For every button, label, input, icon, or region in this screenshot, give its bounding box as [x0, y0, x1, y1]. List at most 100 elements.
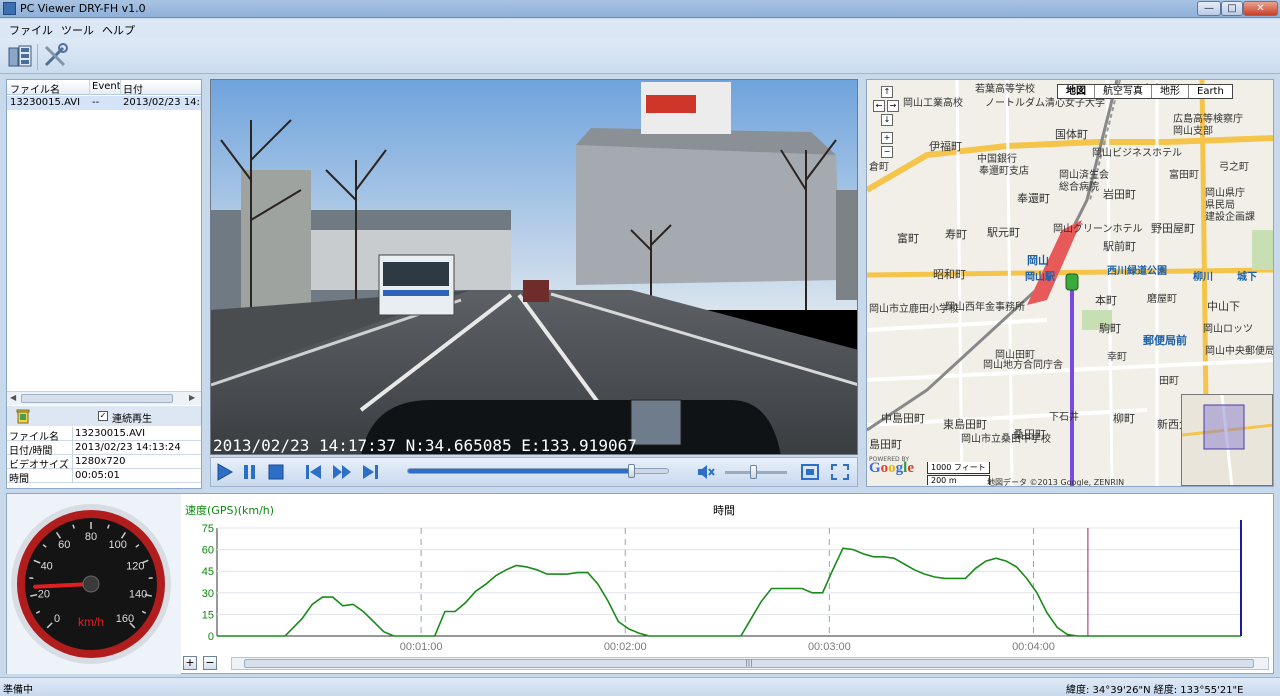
- trash-icon[interactable]: [15, 408, 31, 424]
- map-label: 中島田町: [881, 412, 925, 425]
- close-button[interactable]: ✕: [1243, 1, 1278, 16]
- seek-progress: [408, 469, 631, 473]
- stop-icon[interactable]: [265, 462, 287, 482]
- maximize-button[interactable]: □: [1221, 1, 1243, 16]
- file-event-cell: --: [92, 97, 100, 108]
- zoom-in-icon[interactable]: +: [881, 132, 893, 144]
- title-bar: PC Viewer DRY-FH v1.0 — □ ✕: [0, 0, 1280, 18]
- scroll-thumb[interactable]: [21, 394, 173, 403]
- map-label: 柳川: [1193, 272, 1213, 283]
- chart-x-tick-label: 00:03:00: [808, 641, 851, 653]
- map-scale: 1000 フィート 200 m: [927, 462, 990, 485]
- mute-icon[interactable]: [695, 462, 717, 482]
- speedometer-tick-label: 100: [109, 539, 127, 551]
- player-controls: [210, 457, 858, 487]
- map-label: 倉町: [869, 162, 889, 173]
- menu-file[interactable]: ファイル: [9, 22, 53, 38]
- pan-left-icon[interactable]: ←: [873, 100, 885, 112]
- volume-slider[interactable]: [725, 465, 787, 479]
- status-bar: 準備中 緯度: 34°39'26"N 経度: 133°55'21"E: [0, 677, 1280, 696]
- map-label: 幸町: [1107, 352, 1127, 363]
- map-label: 駅前町: [1103, 240, 1136, 253]
- play-icon[interactable]: [213, 462, 235, 482]
- map-label: 西川緑道公園: [1107, 266, 1167, 277]
- map-type-selector: 地図 航空写真 地形 Earth: [1057, 84, 1233, 99]
- speedometer-unit: km/h: [78, 615, 104, 629]
- info-value: 00:05:01: [75, 470, 120, 481]
- playlist-controls: ✓ 連続再生: [7, 406, 201, 426]
- google-logo: Google: [869, 460, 915, 476]
- zoom-out-icon[interactable]: −: [881, 146, 893, 158]
- fast-forward-icon[interactable]: [331, 462, 353, 482]
- pan-down-icon[interactable]: ↓: [881, 114, 893, 126]
- overview-minimap[interactable]: [1181, 394, 1273, 486]
- info-row: 時間 00:05:01: [7, 469, 201, 485]
- chart-x-tick-label: 00:04:00: [1012, 641, 1055, 653]
- map-type-map[interactable]: 地図: [1058, 85, 1095, 98]
- map-label: 駒町: [1099, 322, 1121, 335]
- toolbar: [0, 38, 1280, 74]
- chart-zoom-in-button[interactable]: +: [183, 656, 197, 670]
- chart-scrollbar[interactable]: |||: [231, 657, 1269, 670]
- scale-meters: 200 m: [927, 475, 990, 485]
- chart-title: 時間: [713, 504, 735, 517]
- info-key: 時間: [9, 474, 29, 485]
- chart-ylabel: 速度(GPS)(km/h): [185, 504, 275, 517]
- previous-icon[interactable]: [303, 462, 325, 482]
- column-divider[interactable]: [89, 80, 90, 95]
- table-row[interactable]: 13230015.AVI -- 2013/02/23 14:1: [7, 96, 201, 110]
- minimize-button[interactable]: —: [1197, 1, 1221, 16]
- map-label: 桑田町: [1013, 428, 1046, 441]
- video-player[interactable]: 2013/02/23 14:17:37 N:34.665085 E:133.91…: [210, 79, 858, 455]
- map-label: 中山下: [1207, 300, 1240, 313]
- chart-zoom-out-button[interactable]: −: [203, 656, 217, 670]
- continuous-play-label[interactable]: 連続再生: [112, 410, 152, 425]
- window-title: PC Viewer DRY-FH v1.0: [20, 2, 146, 15]
- info-value: 1280x720: [75, 456, 126, 467]
- speed-series-line: [217, 547, 1241, 637]
- scroll-left-icon[interactable]: ◀: [10, 393, 16, 402]
- speed-chart[interactable]: 01530456075 00:01:00 00:02:00 00:03:00 00:0…: [181, 518, 1271, 654]
- menu-help[interactable]: ヘルプ: [102, 22, 135, 38]
- map-label: 岡山ビジネスホテル: [1092, 148, 1182, 159]
- snapshot-icon[interactable]: [799, 462, 821, 482]
- file-table-header: ファイル名 Event 日付: [7, 80, 201, 96]
- map-label: 駅元町: [987, 226, 1020, 239]
- menu-tools[interactable]: ツール: [61, 22, 94, 38]
- map-label: 総合病院: [1059, 182, 1099, 193]
- next-icon[interactable]: [359, 462, 381, 482]
- column-header-filename[interactable]: ファイル名: [10, 81, 60, 96]
- info-row: 日付/時間 2013/02/23 14:13:24: [7, 441, 201, 457]
- chart-scroll-thumb[interactable]: |||: [244, 659, 1254, 668]
- pause-icon[interactable]: [239, 462, 261, 482]
- map-label: 本町: [1095, 294, 1117, 307]
- fullscreen-icon[interactable]: [829, 462, 851, 482]
- info-row: ビデオサイズ 1280x720: [7, 455, 201, 471]
- film-folder-icon[interactable]: [6, 42, 34, 70]
- pan-up-icon[interactable]: ↑: [881, 86, 893, 98]
- volume-handle[interactable]: [749, 465, 757, 479]
- tools-icon[interactable]: [41, 42, 69, 70]
- seek-bar[interactable]: [407, 464, 669, 478]
- map-label: 岡山支部: [1173, 126, 1213, 137]
- continuous-play-checkbox[interactable]: ✓: [98, 411, 108, 421]
- seek-handle[interactable]: [627, 464, 635, 478]
- pan-right-icon[interactable]: →: [887, 100, 899, 112]
- column-header-date[interactable]: 日付: [123, 81, 143, 96]
- map-label: 田町: [1159, 376, 1179, 387]
- toolbar-divider: [37, 44, 38, 70]
- scroll-right-icon[interactable]: ▶: [189, 393, 195, 402]
- map-type-satellite[interactable]: 航空写真: [1095, 85, 1152, 98]
- map-type-earth[interactable]: Earth: [1189, 85, 1232, 98]
- map-type-terrain[interactable]: 地形: [1152, 85, 1189, 98]
- column-header-event[interactable]: Event: [92, 81, 121, 92]
- speedometer-tick-label: 160: [116, 613, 134, 625]
- speedometer-tick-label: 0: [54, 613, 60, 625]
- map-label: 岡山グリーンホテル: [1053, 224, 1143, 235]
- video-frame: [211, 80, 857, 454]
- map-label: 若葉高等学校: [975, 84, 1035, 95]
- file-list-scrollbar[interactable]: ◀ ▶: [7, 391, 201, 405]
- column-divider[interactable]: [120, 80, 121, 95]
- map-view[interactable]: 若葉高等学校ノートルダム清心女子大学岡山工業高校国体町南方広島高等検察庁岡山支部…: [866, 79, 1274, 487]
- map-label: 下石井: [1049, 412, 1079, 423]
